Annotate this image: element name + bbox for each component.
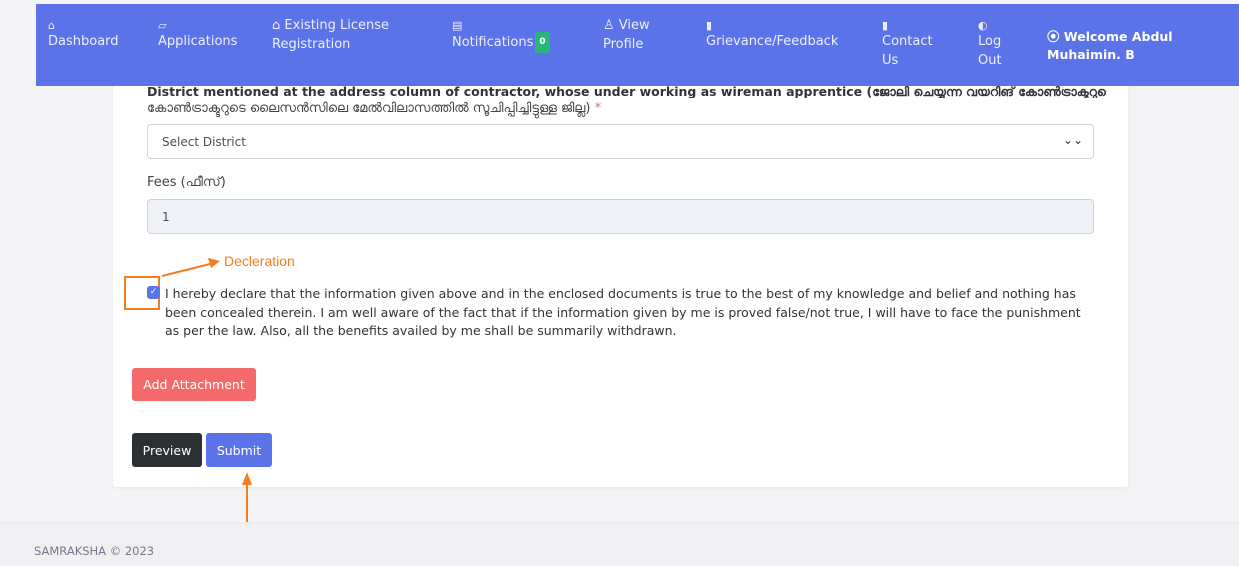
nav-applications-label: Applications: [158, 34, 238, 49]
fees-label: Fees (ഫീസ്): [147, 175, 226, 190]
calendar-icon: ▤: [452, 19, 463, 32]
required-mark: *: [594, 101, 602, 116]
home-icon: ⌂: [48, 19, 55, 32]
add-attachment-button[interactable]: Add Attachment: [132, 368, 256, 401]
user-icon: ♙: [603, 18, 615, 33]
district-select[interactable]: Select District ⌄⌄: [147, 124, 1094, 159]
nav-view-profile-text: ♙ View Profile: [603, 16, 673, 54]
preview-button[interactable]: Preview: [132, 433, 202, 467]
nav-contact-us[interactable]: ▮ Contact Us: [882, 16, 942, 70]
nav-existing-license-label: Existing License Registration: [272, 18, 390, 52]
footer-copyright: SAMRAKSHA © 2023: [34, 544, 155, 558]
nav-applications[interactable]: ▱ Applications: [158, 16, 237, 51]
top-navbar: ⌂ Dashboard ▱ Applications ⌂ Existing Li…: [36, 4, 1239, 86]
district-select-value: Select District: [162, 135, 246, 149]
submit-button[interactable]: Submit: [206, 433, 272, 467]
home-icon: ⌂: [272, 18, 281, 33]
file-icon: ▮: [706, 19, 713, 32]
nav-log-out[interactable]: ◐ Log Out: [978, 16, 1010, 70]
chevron-down-icon: ⌄⌄: [1062, 133, 1083, 147]
power-icon: ◐: [978, 19, 988, 32]
nav-grievance[interactable]: ▮ Grievance/Feedback: [706, 16, 838, 51]
nav-dashboard[interactable]: ⌂ Dashboard: [48, 16, 119, 51]
footer: SAMRAKSHA © 2023: [0, 522, 1239, 566]
nav-grievance-label: Grievance/Feedback: [706, 34, 839, 49]
welcome-text: Welcome Abdul Muhaimin. B: [1047, 29, 1173, 62]
nav-view-profile[interactable]: ♙ View Profile: [603, 16, 673, 54]
annotation-label: Decleration: [224, 253, 295, 269]
declaration-checkbox[interactable]: ✓: [147, 286, 160, 299]
nav-notifications[interactable]: ▤ Notifications 0: [452, 16, 550, 53]
declaration-text: I hereby declare that the information gi…: [165, 286, 1081, 338]
nav-notifications-label: Notifications: [452, 35, 534, 50]
welcome-user[interactable]: ⦿ Welcome Abdul Muhaimin. B: [1047, 28, 1187, 64]
user-circle-icon: ⦿: [1047, 29, 1060, 44]
notification-count-badge: 0: [535, 32, 550, 53]
nav-log-out-label: Log Out: [978, 34, 1002, 68]
district-label-text: കോൺട്രാക്ടറുടെ ലൈസൻസിലെ മേൽവിലാസത്തിൽ സൂ…: [147, 101, 591, 116]
file-icon: ▮: [882, 19, 889, 32]
fees-field[interactable]: 1: [147, 199, 1094, 234]
copy-icon: ▱: [158, 19, 167, 32]
fees-value: 1: [162, 210, 170, 224]
nav-existing-license[interactable]: ⌂ Existing License Registration: [272, 16, 402, 54]
nav-contact-us-label: Contact Us: [882, 34, 933, 68]
district-label-clipped: District mentioned at the address column…: [147, 86, 1107, 98]
nav-notifications-text: Notifications 0: [452, 32, 550, 53]
nav-existing-license-text: ⌂ Existing License Registration: [272, 16, 402, 54]
nav-dashboard-label: Dashboard: [48, 34, 119, 49]
district-label: കോൺട്രാക്ടറുടെ ലൈസൻസിലെ മേൽവിലാസത്തിൽ സൂ…: [147, 101, 601, 116]
